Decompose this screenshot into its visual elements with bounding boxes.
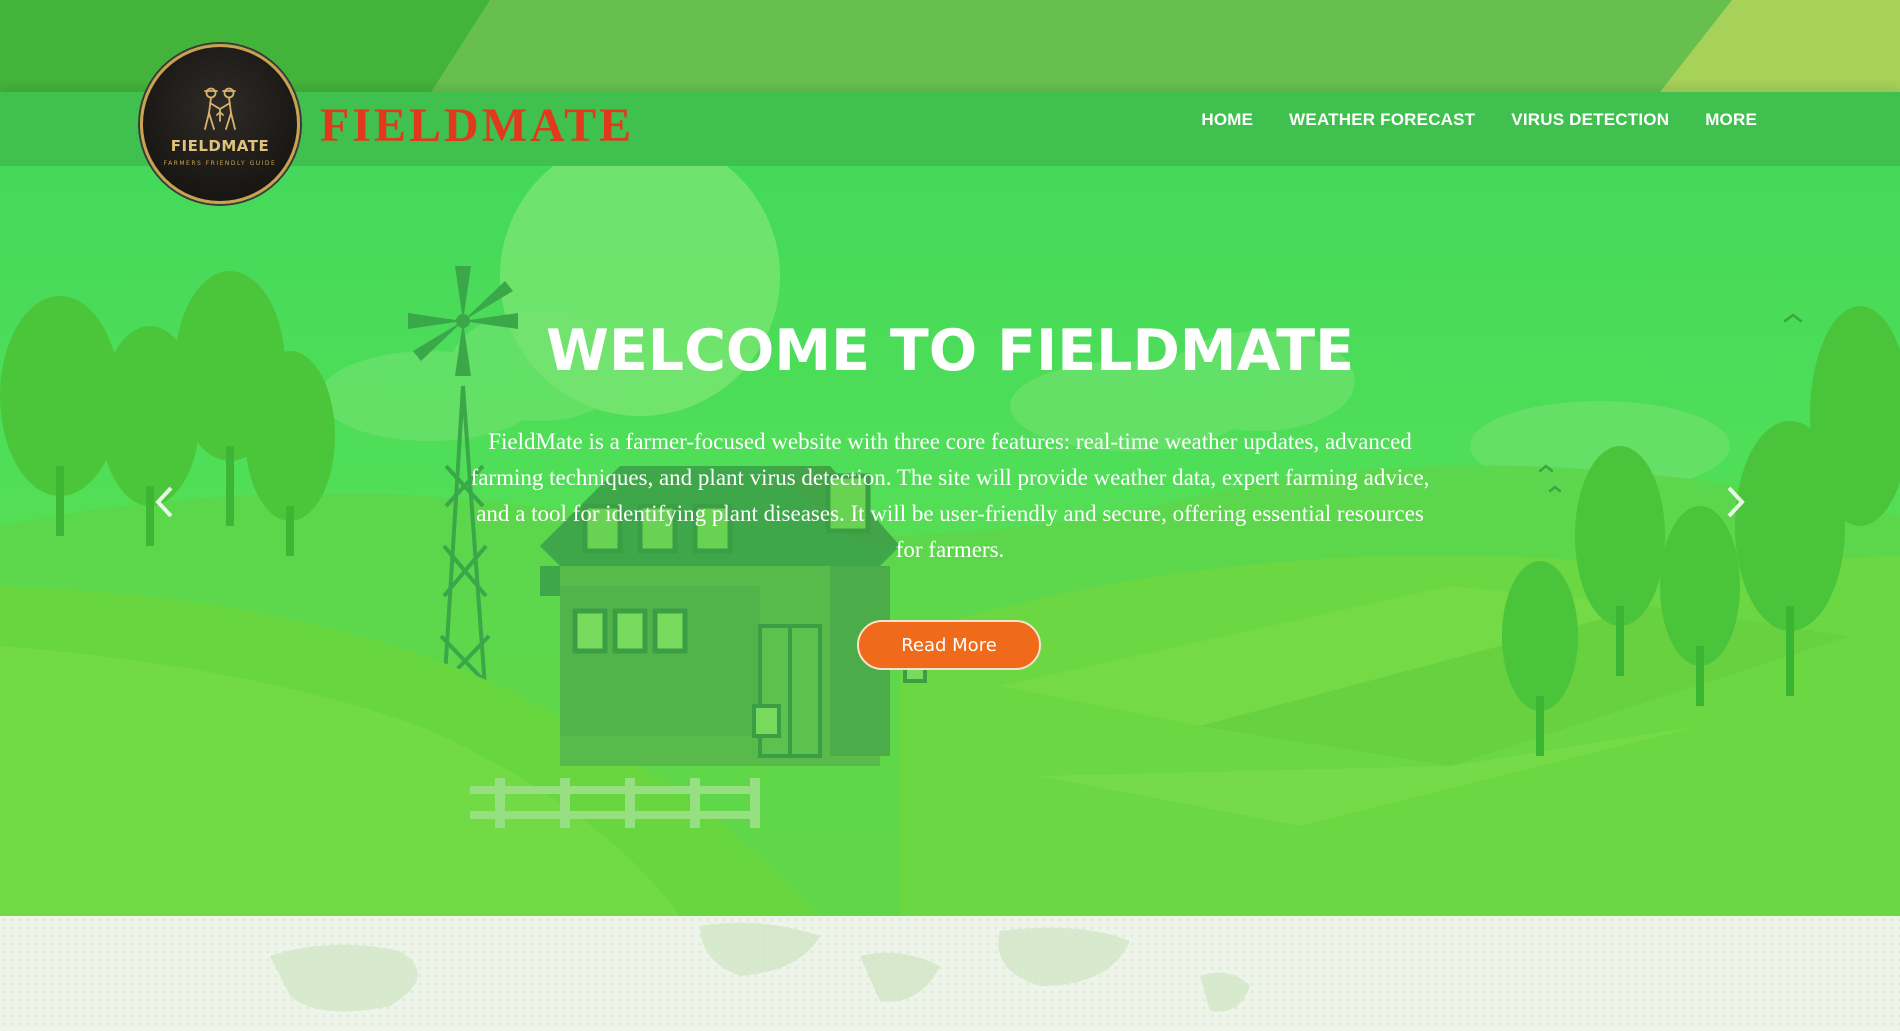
- chevron-left-icon: [155, 486, 173, 518]
- main-nav: HOME WEATHER FORECAST VIRUS DETECTION MO…: [1201, 110, 1757, 130]
- chevron-right-icon: [1727, 486, 1745, 518]
- nav-virus-detection[interactable]: VIRUS DETECTION: [1511, 110, 1669, 130]
- world-map-background: [0, 916, 1900, 1031]
- brand-name[interactable]: FIELDMATE: [320, 98, 634, 153]
- logo-badge-name: FIELDMATE: [170, 137, 270, 155]
- logo[interactable]: FIELDMATE FARMERS FRIENDLY GUIDE: [140, 44, 300, 204]
- nav-more[interactable]: MORE: [1705, 110, 1757, 130]
- hero-title: WELCOME TO FIELDMATE: [545, 318, 1355, 384]
- nav-home[interactable]: HOME: [1201, 110, 1253, 130]
- logo-badge-tagline: FARMERS FRIENDLY GUIDE: [163, 160, 277, 167]
- nav-weather-forecast[interactable]: WEATHER FORECAST: [1289, 110, 1475, 130]
- decorative-slab-right: [1660, 0, 1900, 92]
- read-more-button[interactable]: Read More: [857, 620, 1041, 670]
- hero-description: FieldMate is a farmer-focused website wi…: [470, 429, 1430, 562]
- page: FIELDMATE FARMERS FRIENDLY GUIDE FIELDMA…: [0, 0, 1900, 1031]
- world-map-shapes: [270, 922, 1250, 1012]
- carousel-next-button[interactable]: [1716, 482, 1756, 522]
- carousel-prev-button[interactable]: [144, 482, 184, 522]
- farmers-icon: [204, 87, 236, 130]
- hero-banner: WELCOME TO FIELDMATE FieldMate is a farm…: [0, 166, 1900, 916]
